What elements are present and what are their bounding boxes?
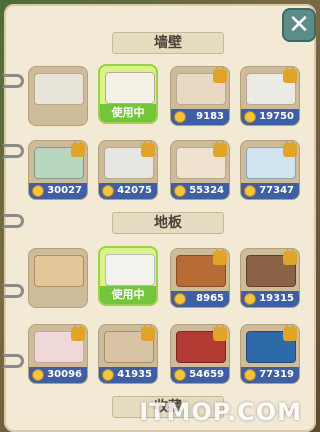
price-value: 77347 [259, 185, 294, 196]
coin-icon [102, 369, 114, 381]
binder-ring [2, 354, 24, 368]
price-value: 8965 [196, 293, 224, 304]
lock-icon [141, 325, 155, 341]
wall-item-3[interactable]: 9183 [170, 66, 230, 126]
coin-icon [174, 369, 186, 381]
coin-icon [174, 185, 186, 197]
price-value: 54659 [189, 369, 224, 380]
price-value: 55324 [189, 185, 224, 196]
price-bar: 30096 [29, 367, 87, 383]
binder-ring [2, 74, 24, 88]
price-bar: 42075 [99, 183, 157, 199]
price-bar: 55324 [171, 183, 229, 199]
in-use-label: 使用中 [100, 104, 156, 122]
close-icon: ✕ [288, 10, 310, 40]
section-title-wall: 墙壁 [154, 35, 182, 51]
coin-icon [102, 185, 114, 197]
coin-icon [244, 185, 256, 197]
floor-preview [105, 254, 155, 286]
price-bar: 19750 [241, 109, 299, 125]
lock-icon [283, 141, 297, 157]
wall-preview [105, 72, 155, 104]
lock-icon [213, 325, 227, 341]
lock-icon [71, 141, 85, 157]
close-button[interactable]: ✕ [282, 8, 316, 42]
coin-icon [244, 369, 256, 381]
lock-icon [213, 141, 227, 157]
wall-item-5[interactable]: 30027 [28, 140, 88, 200]
lock-icon [141, 141, 155, 157]
site-watermark: ITMOP.COM [139, 398, 302, 426]
lock-icon [213, 67, 227, 83]
price-value: 9183 [196, 111, 224, 122]
floor-preview [34, 255, 84, 287]
floor-item-2[interactable]: 使用中 [98, 246, 158, 306]
lock-icon [283, 249, 297, 265]
section-banner-floor: 地板 [112, 212, 224, 234]
wall-item-4[interactable]: 19750 [240, 66, 300, 126]
floor-item-8[interactable]: 77319 [240, 324, 300, 384]
price-value: 19315 [259, 293, 294, 304]
price-bar: 8965 [171, 291, 229, 307]
wall-item-6[interactable]: 42075 [98, 140, 158, 200]
binder-rings [2, 4, 24, 432]
section-banner-wall: 墙壁 [112, 32, 224, 54]
coin-icon [244, 293, 256, 305]
price-value: 41935 [117, 369, 152, 380]
floor-item-4[interactable]: 19315 [240, 248, 300, 308]
coin-icon [174, 293, 186, 305]
binder-ring [2, 214, 24, 228]
price-value: 42075 [117, 185, 152, 196]
floor-item-1[interactable] [28, 248, 88, 308]
floor-item-7[interactable]: 54659 [170, 324, 230, 384]
binder-ring [2, 144, 24, 158]
wall-item-7[interactable]: 55324 [170, 140, 230, 200]
wall-preview [34, 73, 84, 105]
wall-item-2[interactable]: 使用中 [98, 64, 158, 124]
price-value: 19750 [259, 111, 294, 122]
price-value: 77319 [259, 369, 294, 380]
coin-icon [244, 111, 256, 123]
floor-item-3[interactable]: 8965 [170, 248, 230, 308]
coin-icon [32, 369, 44, 381]
price-bar: 77347 [241, 183, 299, 199]
price-value: 30027 [47, 185, 82, 196]
price-bar: 54659 [171, 367, 229, 383]
lock-icon [213, 249, 227, 265]
lock-icon [283, 325, 297, 341]
price-bar: 41935 [99, 367, 157, 383]
price-value: 30096 [47, 369, 82, 380]
floor-item-5[interactable]: 30096 [28, 324, 88, 384]
coin-icon [174, 111, 186, 123]
wall-item-8[interactable]: 77347 [240, 140, 300, 200]
section-title-floor: 地板 [154, 215, 182, 231]
shop-book: 墙壁 使用中 9183 19750 30027 42075 55324 7734… [2, 4, 316, 432]
price-bar: 19315 [241, 291, 299, 307]
lock-icon [283, 67, 297, 83]
price-bar: 9183 [171, 109, 229, 125]
binder-ring [2, 284, 24, 298]
price-bar: 77319 [241, 367, 299, 383]
lock-icon [71, 325, 85, 341]
coin-icon [32, 185, 44, 197]
in-use-label: 使用中 [100, 286, 156, 304]
wall-item-1[interactable] [28, 66, 88, 126]
floor-item-6[interactable]: 41935 [98, 324, 158, 384]
price-bar: 30027 [29, 183, 87, 199]
